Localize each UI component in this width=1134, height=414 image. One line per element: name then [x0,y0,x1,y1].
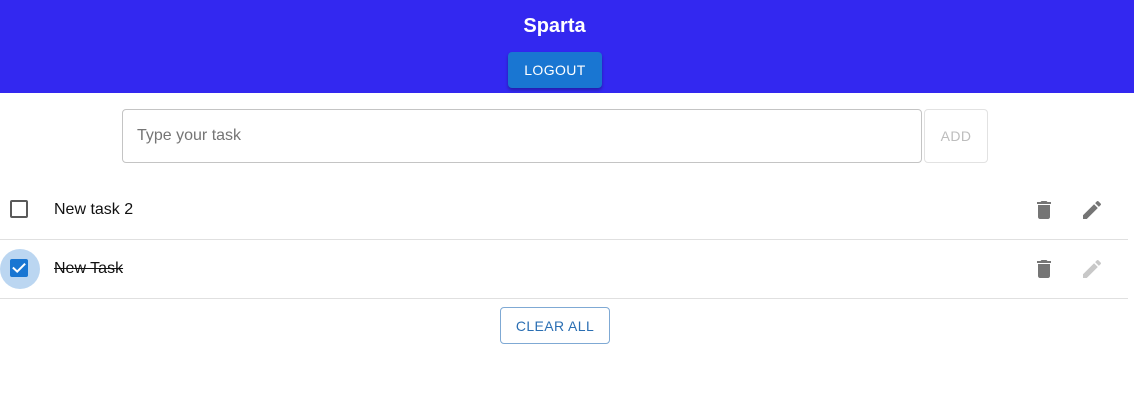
task-checkbox[interactable] [0,190,40,230]
edit-button-disabled [1080,257,1104,281]
trash-icon [1037,201,1051,219]
pencil-icon [1083,200,1102,219]
task-input[interactable] [122,109,922,163]
checkbox-checked-icon [10,259,28,277]
edit-button[interactable] [1080,198,1104,222]
pencil-icon [1083,259,1102,278]
app-header: Sparta LOGOUT [0,0,1134,93]
check-icon [12,262,26,273]
task-checkbox[interactable] [0,249,40,289]
task-row: New Task [0,240,1128,299]
delete-button[interactable] [1032,198,1056,222]
task-label: New Task [54,260,124,277]
app-title: Sparta [523,15,586,37]
delete-button[interactable] [1032,257,1056,281]
checkbox-unchecked-icon [10,200,28,218]
task-row: New task 2 [0,181,1128,240]
task-label: New task 2 [54,201,134,218]
logout-button[interactable]: LOGOUT [508,52,602,88]
clear-all-button[interactable]: CLEAR ALL [500,307,610,344]
trash-icon [1037,260,1051,278]
add-button[interactable]: ADD [924,109,988,163]
